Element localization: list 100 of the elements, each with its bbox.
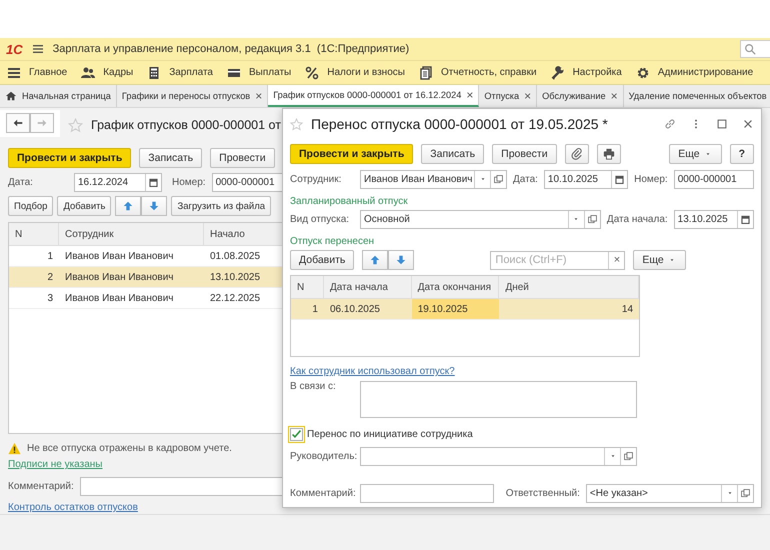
reason-field[interactable]: [360, 381, 637, 418]
toolbar-button[interactable]: Записать: [139, 148, 202, 168]
star-icon: [290, 118, 303, 130]
post-and-close-button[interactable]: Провести и закрыть: [8, 148, 132, 168]
close-tab-button[interactable]: ×: [610, 89, 618, 103]
section-menu-item[interactable]: Администрирование: [628, 66, 760, 80]
tab[interactable]: Обслуживание ×: [537, 85, 624, 107]
calendar-icon: [740, 214, 751, 224]
table-cell-text: 14: [620, 302, 634, 316]
move-up-button[interactable]: [362, 250, 388, 270]
home-icon: [5, 90, 17, 102]
open-icon: [586, 214, 598, 224]
manager-field[interactable]: [360, 446, 637, 466]
comment-field[interactable]: [360, 484, 494, 502]
number-label: Номер:: [634, 174, 668, 184]
search-field[interactable]: [740, 40, 770, 58]
column-header: Дата окончания: [412, 276, 500, 298]
section-menu-item[interactable]: Выплаты: [220, 66, 298, 80]
section-menu-item[interactable]: Налоги и взносы: [298, 66, 412, 80]
tab[interactable]: Удаление помеченных объектов: [624, 85, 770, 107]
printer-icon: [602, 148, 615, 160]
menu-icon: [30, 42, 45, 56]
reason-label: В связи с:: [290, 381, 337, 392]
vacation-balance-link[interactable]: Контроль остатков отпусков: [8, 502, 138, 513]
wrench-icon: [550, 66, 565, 80]
table-row[interactable]: 1 06.10.2025 19.10.2025 14: [291, 299, 639, 320]
table-cell-text: 3: [46, 292, 54, 306]
help-button[interactable]: ?: [730, 144, 754, 164]
start-date-field[interactable]: 13.10.2025: [674, 210, 754, 228]
table-cell-text: 06.10.2025: [328, 302, 381, 316]
number-field[interactable]: 0000-000001: [674, 170, 754, 188]
search-field[interactable]: Поиск (Ctrl+F) ×: [490, 250, 626, 270]
toolbar-button[interactable]: Добавить: [57, 196, 112, 216]
tab[interactable]: Начальная страница: [0, 85, 117, 107]
print-button[interactable]: [596, 144, 621, 164]
move-down-button[interactable]: [388, 250, 414, 270]
close-tab-button[interactable]: ×: [524, 89, 532, 103]
toolbar-button[interactable]: Подбор: [8, 196, 54, 216]
toolbar-button[interactable]: Записать: [421, 144, 484, 164]
comment-label: Комментарий:: [290, 488, 354, 498]
date-field[interactable]: 16.12.2024: [74, 172, 162, 192]
arrow-down-icon: [395, 254, 408, 266]
more-button[interactable]: Еще: [633, 250, 686, 270]
more-button[interactable]: Еще: [669, 144, 722, 164]
responsible-field[interactable]: <Не указан>: [586, 484, 754, 502]
table-cell-text: Иванов Иван Иванович: [64, 250, 175, 264]
link-icon: [664, 118, 676, 130]
move-down-button[interactable]: [141, 196, 168, 216]
arrow-down-icon: [148, 200, 160, 212]
documents-icon: [418, 66, 433, 80]
clear-button[interactable]: ×: [614, 254, 620, 266]
section-menu-item[interactable]: Кадры: [74, 66, 140, 80]
checkbox-label: Перенос по инициативе сотрудника: [307, 428, 473, 440]
open-icon: [623, 450, 634, 462]
tab[interactable]: Отпуска ×: [479, 85, 538, 107]
manager-label: Руководитель:: [290, 450, 354, 462]
search-icon: [744, 43, 756, 55]
warning-icon: [8, 442, 21, 455]
toolbar-button[interactable]: Провести: [492, 144, 557, 164]
arrow-right-icon: [36, 117, 48, 129]
section-menu-item[interactable]: Главное: [0, 66, 74, 80]
open-icon: [493, 174, 504, 184]
date-field[interactable]: 10.10.2025: [544, 170, 628, 188]
calendar-icon: [614, 174, 626, 184]
employee-field[interactable]: Иванов Иван Иванович: [360, 170, 507, 188]
app-title: Зарплата и управление персоналом, редакция 3.1 (1С:Предприятие): [52, 43, 410, 55]
post-and-close-button[interactable]: Провести и закрыть: [290, 144, 414, 164]
arrow-up-icon: [122, 200, 134, 212]
column-header: Сотрудник: [59, 223, 204, 245]
menu-icon: [7, 66, 21, 80]
section-menu-item[interactable]: Зарплата: [140, 66, 220, 80]
vacation-type-field[interactable]: Основной: [360, 210, 601, 228]
comment-label: Комментарий:: [8, 480, 74, 492]
arrow-up-icon: [369, 254, 382, 266]
table-cell-text: 1: [46, 250, 54, 264]
table-cell: 19.10.2025: [412, 299, 500, 319]
close-icon: [742, 118, 754, 130]
toolbar-button[interactable]: Добавить: [290, 250, 354, 270]
check-icon: [291, 428, 302, 440]
table-cell-text: 01.08.2025: [209, 250, 262, 264]
table-cell-text: 1: [311, 302, 319, 316]
tab[interactable]: График отпусков 0000-000001 от 16.12.2024 ×: [268, 85, 480, 107]
close-tab-button[interactable]: ×: [466, 88, 474, 102]
vacation-type-label: Вид отпуска:: [290, 214, 350, 224]
toolbar-button[interactable]: Провести: [210, 148, 275, 168]
arrow-left-icon: [12, 117, 24, 129]
toolbar-button[interactable]: Загрузить из файла: [171, 196, 272, 216]
vacation-usage-link[interactable]: Как сотрудник использовал отпуск?: [290, 366, 455, 377]
table-cell-text: 22.12.2025: [209, 292, 262, 306]
section-heading: Отпуск перенесен: [290, 236, 376, 247]
column-header: Дата начала: [324, 276, 412, 298]
section-menu-item[interactable]: Настройка: [544, 66, 629, 80]
back-button[interactable]: [6, 113, 30, 133]
section-menu-item[interactable]: Отчетность, справки: [412, 66, 544, 80]
checkbox[interactable]: [290, 428, 303, 440]
attach-button[interactable]: [564, 144, 589, 164]
open-icon: [740, 488, 751, 498]
calendar-icon: [148, 176, 159, 188]
move-up-button[interactable]: [115, 196, 142, 216]
close-tab-button[interactable]: ×: [255, 89, 262, 103]
